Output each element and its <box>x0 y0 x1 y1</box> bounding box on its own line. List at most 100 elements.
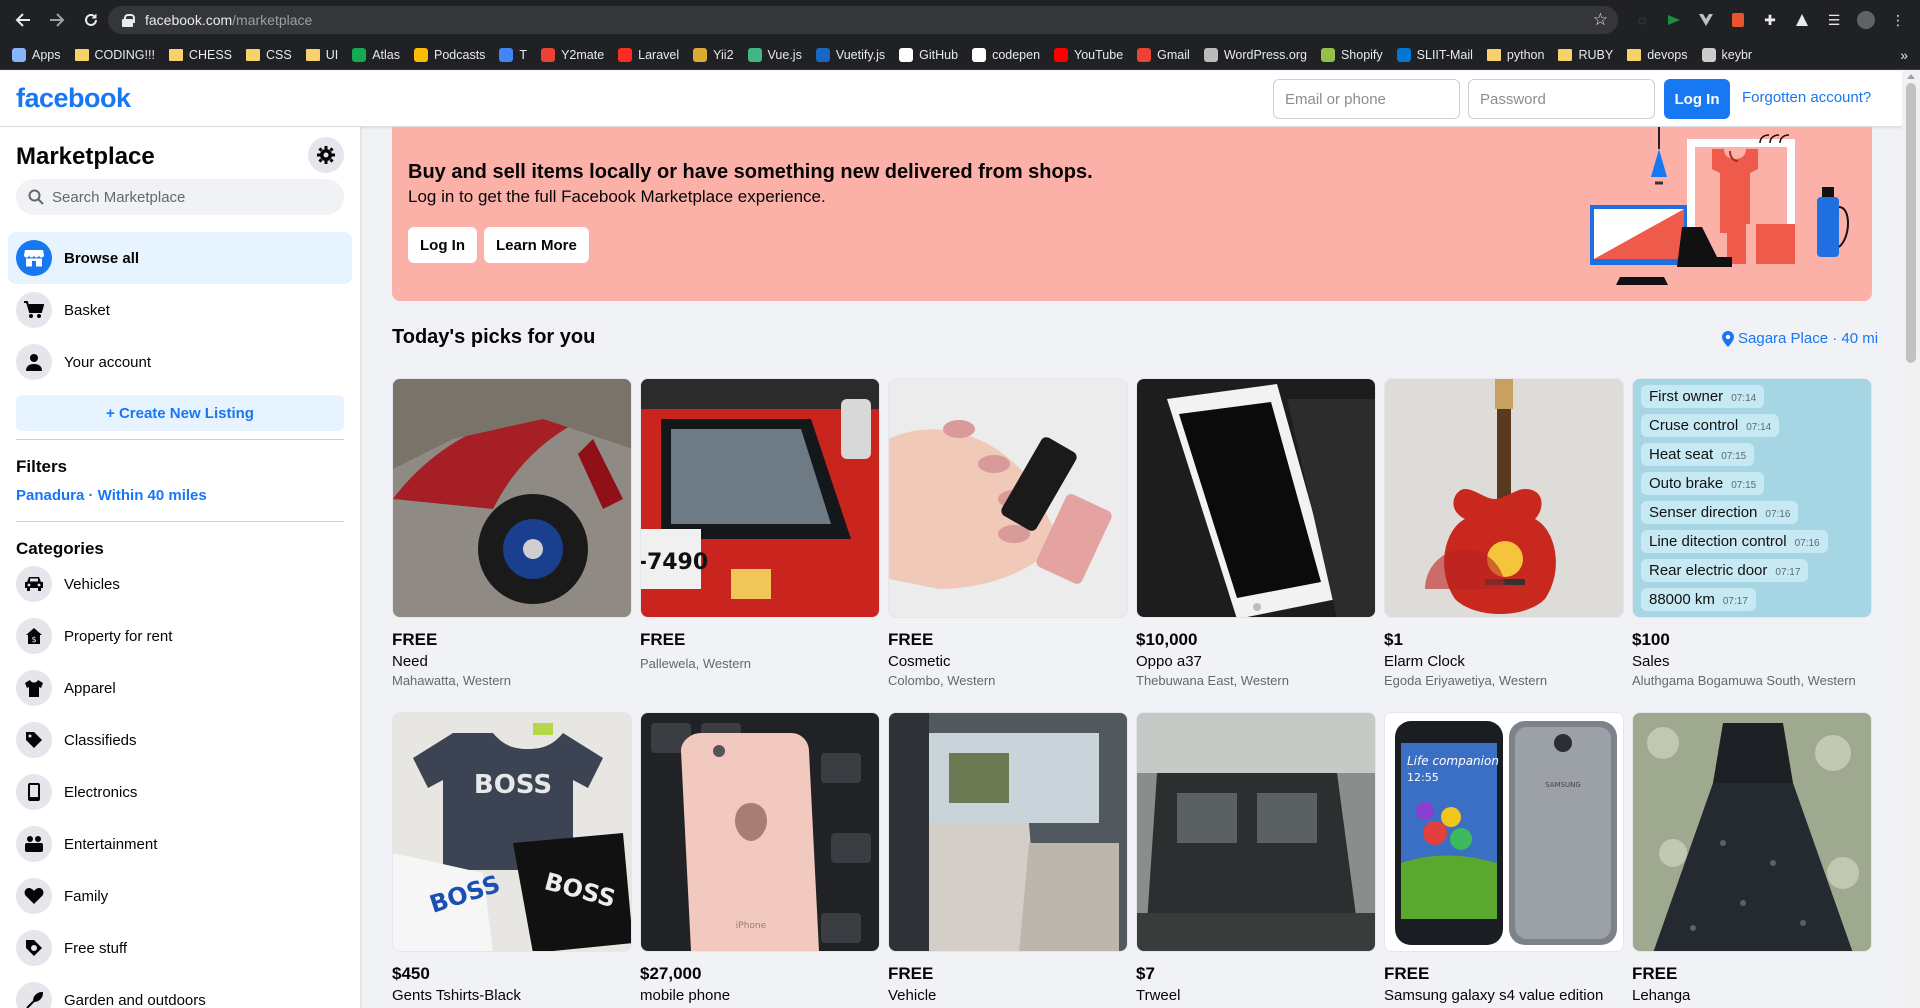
listing-card[interactable]: -7490 FREE Pallewela, Western <box>640 378 880 671</box>
bookmark-vue-js[interactable]: Vue.js <box>747 47 802 62</box>
chat-bubble: Rear electric door 07:17 <box>1641 559 1809 582</box>
listing-title: Trweel <box>1136 987 1181 1004</box>
wordpress-icon <box>1203 47 1218 62</box>
extension-vue-devtools-icon[interactable] <box>1694 8 1718 32</box>
listing-card[interactable]: FREE Need Mahawatta, Western <box>392 378 632 688</box>
back-arrow-icon[interactable] <box>12 9 34 31</box>
forgotten-account-link[interactable]: Forgotten account? <box>1742 89 1871 106</box>
bookmark-youtube[interactable]: YouTube <box>1054 47 1123 62</box>
listing-card[interactable]: iPhone $27,000 mobile phone <box>640 712 880 1004</box>
extension-green-icon[interactable] <box>1662 8 1686 32</box>
page-scrollbar[interactable] <box>1902 71 1920 1008</box>
bookmark-star-icon[interactable]: ☆ <box>1593 10 1608 30</box>
bookmark-chess[interactable]: CHESS <box>168 48 232 62</box>
category-classifieds[interactable]: Classifieds <box>8 714 352 766</box>
header-login-button[interactable]: Log In <box>1664 79 1730 119</box>
listing-image-guitar-clock[interactable] <box>1384 378 1624 618</box>
listing-card[interactable]: First owner 07:14 Cruse control 07:14 Heat s… <box>1632 378 1872 688</box>
address-bar[interactable]: facebook.com/marketplace ☆ <box>108 6 1618 34</box>
listing-image-iphone[interactable]: iPhone <box>640 712 880 952</box>
listing-image-cosmetic[interactable] <box>888 378 1128 618</box>
category-electronics[interactable]: Electronics <box>8 766 352 818</box>
extensions-puzzle-icon[interactable]: ✚ <box>1758 8 1782 32</box>
listing-image-samsung-s4[interactable]: Life companion 12:55 SAMSUNG <box>1384 712 1624 952</box>
listing-image-lehanga[interactable] <box>1632 712 1872 952</box>
banner-login-button[interactable]: Log In <box>408 227 477 263</box>
bookmark-ui[interactable]: UI <box>305 48 338 62</box>
bookmark-devops[interactable]: devops <box>1627 48 1688 62</box>
email-field[interactable] <box>1273 79 1460 119</box>
listing-card[interactable]: $7 Trweel <box>1136 712 1376 1004</box>
gear-icon <box>317 146 335 164</box>
browser-menu-icon[interactable]: ⋮ <box>1886 8 1910 32</box>
scroll-thumb[interactable] <box>1906 83 1916 363</box>
listing-card[interactable]: FREE Lehanga <box>1632 712 1872 1004</box>
search-input[interactable] <box>52 188 332 206</box>
category-vehicles[interactable]: Vehicles <box>8 558 352 610</box>
forward-arrow-icon[interactable] <box>46 9 68 31</box>
bookmark-python[interactable]: python <box>1486 48 1544 62</box>
bookmark-coding-[interactable]: CODING!!! <box>74 48 155 62</box>
reading-list-icon[interactable]: ☰ <box>1822 8 1846 32</box>
listing-card[interactable]: FREE Vehicle <box>888 712 1128 1004</box>
bookmark-t[interactable]: T <box>499 47 527 62</box>
facebook-logo[interactable]: facebook <box>16 83 131 114</box>
reload-icon[interactable] <box>80 9 102 31</box>
extension-sync-icon[interactable]: ◌ <box>1630 8 1654 32</box>
listing-card[interactable]: Life companion 12:55 SAMSUNG FREE Samsung … <box>1384 712 1624 1004</box>
password-field[interactable] <box>1468 79 1655 119</box>
listing-price: FREE <box>888 630 934 649</box>
bookmark-shopify[interactable]: Shopify <box>1320 47 1383 62</box>
category-entertainment[interactable]: Entertainment <box>8 818 352 870</box>
folder-icon <box>1486 48 1501 61</box>
location-filter-link[interactable]: Panadura · Within 40 miles <box>16 487 207 504</box>
learn-more-button[interactable]: Learn More <box>484 227 589 263</box>
settings-gear-button[interactable] <box>308 137 344 173</box>
bookmark-css[interactable]: CSS <box>246 48 292 62</box>
category-apparel[interactable]: Apparel <box>8 662 352 714</box>
profile-avatar-icon[interactable] <box>1854 8 1878 32</box>
listing-image-van-interior[interactable] <box>888 712 1128 952</box>
listing-image-dark-vehicle[interactable] <box>1136 712 1376 952</box>
category-free-stuff[interactable]: Free stuff <box>8 922 352 974</box>
bookmark-apps[interactable]: Apps <box>12 47 61 62</box>
create-new-listing-button[interactable]: + Create New Listing <box>16 395 344 431</box>
bookmark-vuetify-js[interactable]: Vuetify.js <box>815 47 885 62</box>
listing-image-boss-tshirts[interactable]: BOSS BOSS BOSS <box>392 712 632 952</box>
listing-image-three-wheeler[interactable]: -7490 <box>640 378 880 618</box>
scroll-up-arrow-icon[interactable] <box>1907 74 1915 79</box>
bookmarks-overflow-button[interactable]: » <box>1900 47 1908 63</box>
listing-card[interactable]: $1 Elarm Clock Egoda Eriyawetiya, Wester… <box>1384 378 1624 688</box>
category-family[interactable]: Family <box>8 870 352 922</box>
bookmark-laravel[interactable]: Laravel <box>618 47 679 62</box>
category-property-for-rent[interactable]: $ Property for rent <box>8 610 352 662</box>
extension-triangle-icon[interactable] <box>1790 8 1814 32</box>
bookmark-sliit-mail[interactable]: SLIIT-Mail <box>1396 47 1473 62</box>
free-tag-icon <box>16 930 52 966</box>
bookmark-podcasts[interactable]: Podcasts <box>414 47 485 62</box>
bookmark-keybr[interactable]: keybr <box>1701 47 1752 62</box>
listing-card[interactable]: FREE Cosmetic Colombo, Western <box>888 378 1128 688</box>
sidebar-item-your-account[interactable]: Your account <box>8 336 352 388</box>
sidebar-item-basket[interactable]: Basket <box>8 284 352 336</box>
category-label: Family <box>64 887 109 905</box>
extension-red-icon[interactable] <box>1726 8 1750 32</box>
bookmark-atlas[interactable]: Atlas <box>352 47 400 62</box>
category-garden-and-outdoors[interactable]: Garden and outdoors <box>8 974 352 1008</box>
bookmark-ruby[interactable]: RUBY <box>1558 48 1613 62</box>
listing-card[interactable]: BOSS BOSS BOSS $450 Gents Tshirts-Black <box>392 712 632 1004</box>
bookmark-wordpress-org[interactable]: WordPress.org <box>1203 47 1307 62</box>
listing-image-oppo-phone[interactable] <box>1136 378 1376 618</box>
marketplace-search[interactable] <box>16 179 344 215</box>
sidebar-item-browse-all[interactable]: Browse all <box>8 232 352 284</box>
bookmark-codepen[interactable]: codepen <box>972 47 1040 62</box>
bookmark-yii2[interactable]: Yii2 <box>693 47 734 62</box>
location-selector[interactable]: Sagara Place · 40 mi <box>1722 330 1878 347</box>
bookmark-y2mate[interactable]: Y2mate <box>541 47 604 62</box>
listing-image-red-scooter[interactable] <box>392 378 632 618</box>
listing-card[interactable]: $10,000 Oppo a37 Thebuwana East, Western <box>1136 378 1376 688</box>
folder-icon <box>1627 48 1642 61</box>
bookmark-gmail[interactable]: Gmail <box>1137 47 1190 62</box>
listing-image-chat-screenshot[interactable]: First owner 07:14 Cruse control 07:14 Heat s… <box>1632 378 1872 618</box>
bookmark-github[interactable]: GitHub <box>899 47 958 62</box>
